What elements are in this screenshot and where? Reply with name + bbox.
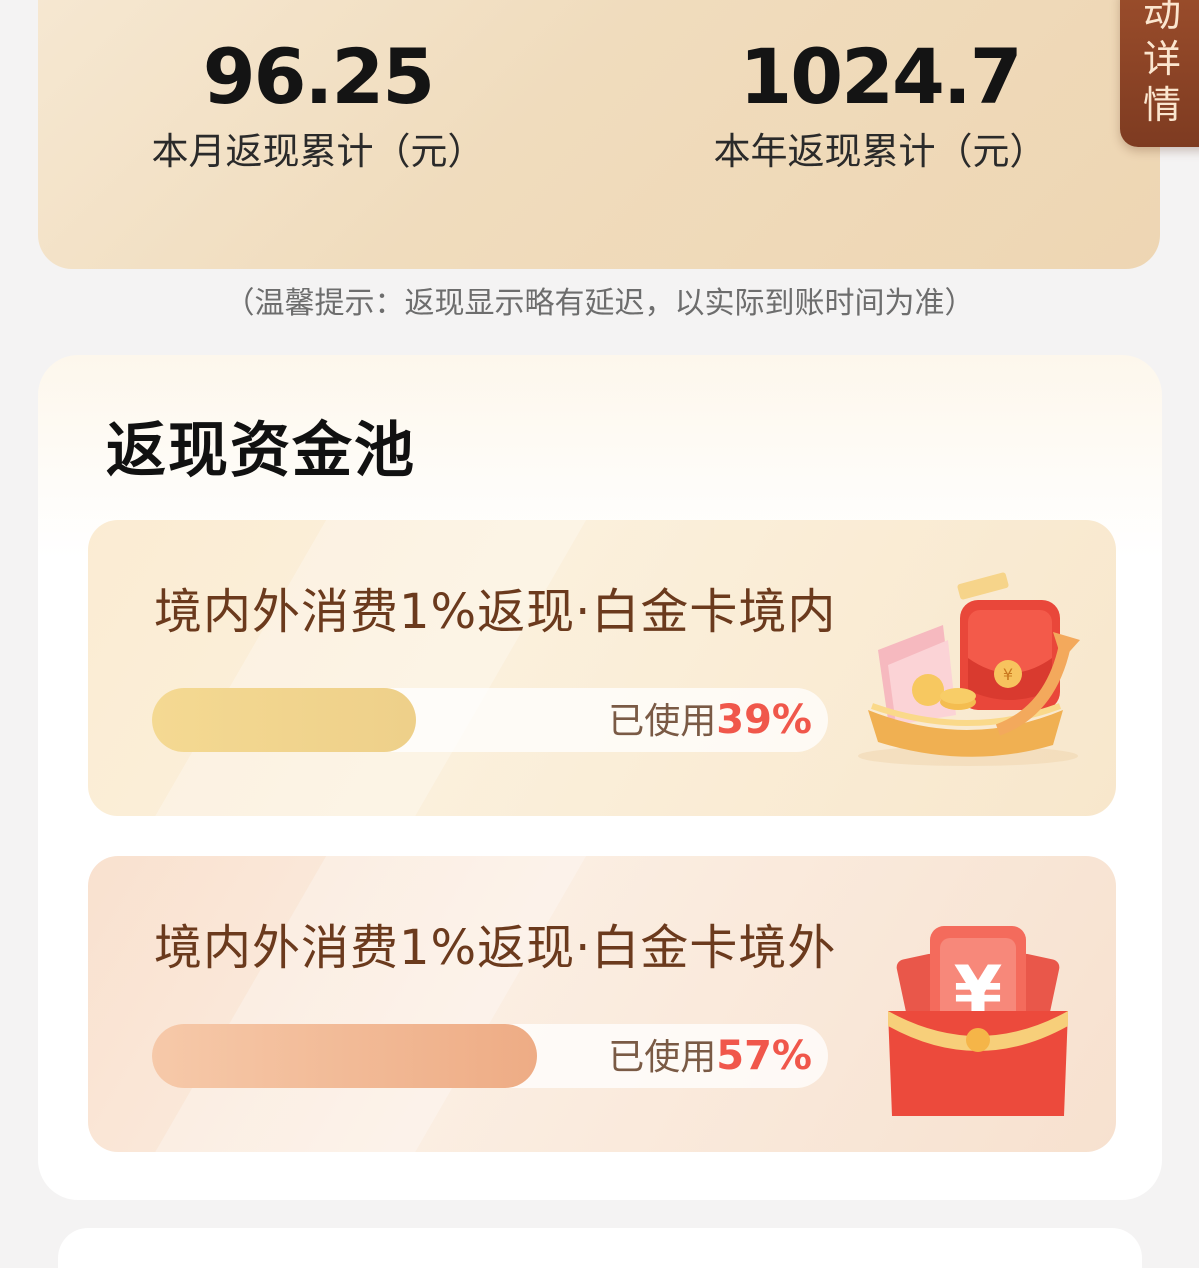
- activity-details-tab[interactable]: 动 详 情: [1120, 0, 1199, 147]
- cashback-summary-card: 96.25 本月返现累计（元） 1024.7 本年返现累计（元）: [38, 0, 1160, 269]
- usage-progress-fill: [152, 1024, 538, 1088]
- pool-item-title: 境内外消费1%返现·白金卡境外: [154, 920, 837, 976]
- pool-item-domestic[interactable]: 境内外消费1%返现·白金卡境内 已使用39% ¥: [88, 520, 1116, 816]
- monthly-cashback-label: 本月返现累计（元）: [151, 130, 485, 173]
- pool-item-overseas[interactable]: 境内外消费1%返现·白金卡境外 已使用57% ¥: [88, 856, 1116, 1152]
- monthly-cashback-value: 96.25: [202, 32, 435, 121]
- usage-percent: 57%: [716, 1033, 812, 1079]
- usage-progress-bar: 已使用57%: [152, 1024, 828, 1088]
- pool-title: 返现资金池: [106, 416, 416, 486]
- next-card-peek: [58, 1228, 1142, 1268]
- svg-text:¥: ¥: [1003, 665, 1013, 684]
- usage-progress-fill: [152, 688, 416, 752]
- usage-text: 已使用39%: [608, 696, 812, 746]
- usage-text: 已使用57%: [608, 1032, 812, 1082]
- yearly-cashback-stat: 1024.7 本年返现累计（元）: [600, 34, 1160, 174]
- yearly-cashback-value: 1024.7: [739, 32, 1022, 121]
- red-envelope-yuan-icon: ¥: [888, 926, 1068, 1116]
- pool-item-title: 境内外消费1%返现·白金卡境内: [154, 584, 837, 640]
- monthly-cashback-stat: 96.25 本月返现累计（元）: [38, 34, 598, 174]
- usage-percent: 39%: [716, 697, 812, 743]
- activity-details-tab-label: 动 详 情: [1142, 0, 1181, 127]
- wallet-money-icon: ¥: [858, 572, 1080, 766]
- usage-label: 已使用: [608, 701, 717, 742]
- usage-label: 已使用: [608, 1037, 717, 1078]
- cashback-pool-card: 返现资金池 境内外消费1%返现·白金卡境内 已使用39% ¥ 境内外消费1%返现…: [38, 355, 1162, 1200]
- delay-tip: （温馨提示：返现显示略有延迟，以实际到账时间为准）: [224, 286, 975, 321]
- usage-progress-bar: 已使用39%: [152, 688, 828, 752]
- yearly-cashback-label: 本年返现累计（元）: [713, 130, 1047, 173]
